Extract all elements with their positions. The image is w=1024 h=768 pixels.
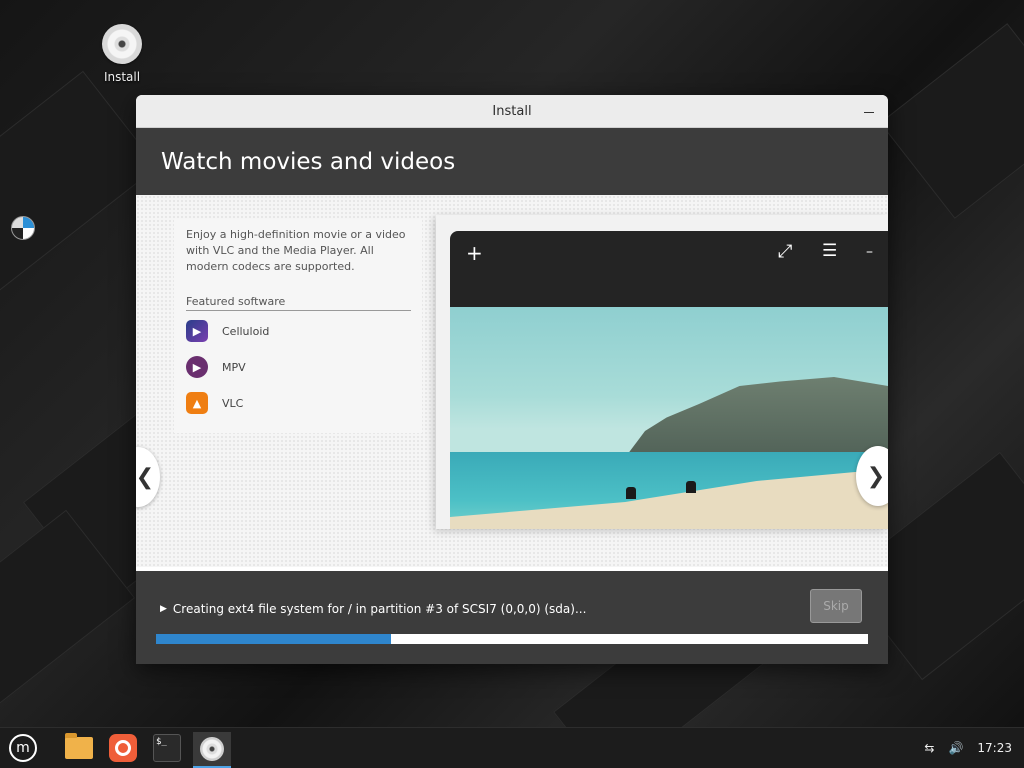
folder-icon — [65, 733, 93, 759]
video-rider — [626, 487, 636, 499]
slideshow-area: Enjoy a high-definition movie or a video… — [136, 195, 888, 567]
installer-task-button[interactable] — [193, 732, 231, 768]
volume-icon[interactable]: 🔊 — [948, 741, 963, 755]
window-titlebar[interactable]: Install — [136, 95, 888, 128]
previous-slide-button[interactable]: ❮ — [136, 447, 160, 507]
vlc-icon: ▲ — [186, 392, 208, 414]
clock[interactable]: 17:23 — [977, 741, 1012, 755]
window-title: Install — [492, 103, 532, 119]
desktop-widget-icon[interactable] — [11, 216, 35, 240]
system-tray: ⇆ 🔊 17:23 — [910, 728, 1012, 768]
firefox-launcher[interactable] — [106, 732, 140, 764]
info-card: Enjoy a high-definition movie or a video… — [174, 219, 422, 433]
mint-logo-icon: m — [9, 734, 37, 762]
slide-description: Enjoy a high-definition movie or a video… — [186, 228, 406, 273]
celluloid-icon: ▶ — [186, 320, 208, 342]
files-launcher[interactable] — [62, 732, 96, 764]
app-vlc: ▲ VLC — [186, 391, 243, 415]
terminal-icon: $_ — [153, 734, 181, 762]
terminal-launcher[interactable]: $_ — [150, 732, 184, 764]
disc-icon — [200, 737, 224, 761]
chevron-left-icon: ❮ — [136, 464, 155, 490]
app-mpv: ▶ MPV — [186, 355, 246, 379]
app-label: Celluloid — [222, 324, 270, 338]
menu-icon: ☰ — [822, 241, 838, 261]
chevron-right-icon: ❯ — [866, 463, 886, 489]
player-minimize-icon: – — [866, 244, 873, 260]
video-rider — [686, 481, 696, 493]
video-frame — [450, 307, 888, 529]
minimize-button[interactable] — [862, 103, 876, 117]
slide-title: Watch movies and videos — [161, 148, 456, 175]
add-icon: + — [466, 241, 483, 265]
slide-header: Watch movies and videos — [136, 128, 888, 195]
taskbar: m $_ ⇆ 🔊 17:23 — [0, 727, 1024, 768]
app-label: MPV — [222, 360, 246, 374]
player-screenshot: + ⤢ ☰ – — [436, 215, 888, 529]
media-player-window: + ⤢ ☰ – — [450, 231, 888, 529]
network-icon[interactable]: ⇆ — [924, 741, 934, 755]
app-label: VLC — [222, 396, 244, 410]
menu-button[interactable]: m — [6, 732, 40, 764]
fullscreen-icon: ⤢ — [778, 241, 793, 262]
skip-button[interactable]: Skip — [810, 589, 862, 623]
progress-fill — [156, 634, 391, 644]
featured-software-title: Featured software — [186, 295, 411, 311]
installer-window: Install Watch movies and videos Enjoy a … — [136, 95, 888, 664]
install-desktop-label: Install — [103, 70, 141, 84]
player-headerbar: + ⤢ ☰ – — [450, 231, 888, 277]
status-text: Creating ext4 file system for / in parti… — [172, 602, 587, 616]
disc-icon — [102, 24, 142, 64]
install-footer: ▶ Creating ext4 file system for / in par… — [136, 571, 888, 664]
status-expander[interactable]: ▶ Creating ext4 file system for / in par… — [160, 602, 586, 616]
install-desktop-icon[interactable]: Install — [96, 24, 148, 84]
expander-triangle-icon: ▶ — [160, 604, 167, 614]
mpv-icon: ▶ — [186, 356, 208, 378]
app-celluloid: ▶ Celluloid — [186, 319, 269, 343]
firefox-icon — [109, 734, 137, 762]
install-progress-bar — [156, 634, 868, 644]
